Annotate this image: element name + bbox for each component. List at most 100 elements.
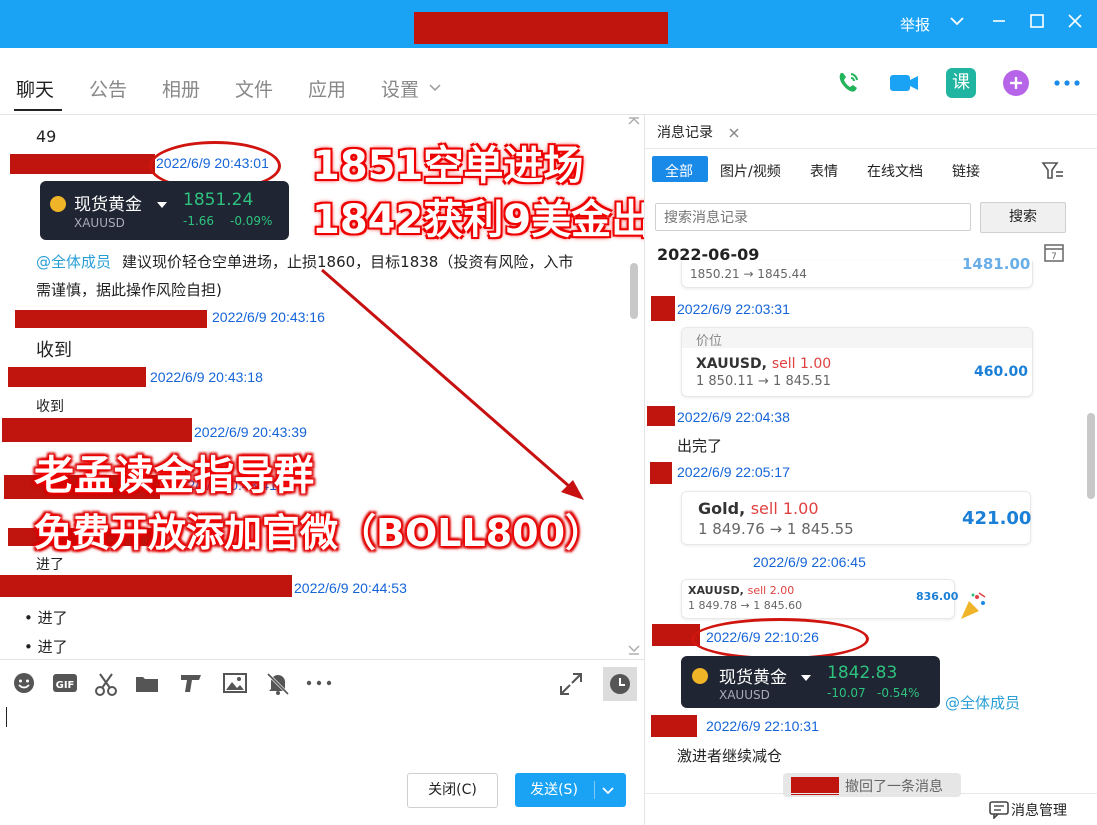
more-tools-icon[interactable] <box>305 671 332 697</box>
filter-settings-icon[interactable] <box>1041 160 1065 186</box>
history-search-input[interactable] <box>655 203 971 231</box>
message-time: 2022/6/9 20:44:53 <box>294 580 407 596</box>
minimize-icon[interactable] <box>990 12 1008 34</box>
trade-card[interactable]: XAUUSD, sell 2.00 1 849.78 → 1 845.60 83… <box>681 579 959 619</box>
filter-docs[interactable]: 在线文档 <box>867 161 923 181</box>
list-item: • 进了 <box>24 609 68 627</box>
trade-profit: 421.00 <box>962 508 1032 529</box>
tab-chat[interactable]: 聊天 <box>16 75 54 102</box>
mention-all[interactable]: @全体成员 <box>945 692 1020 713</box>
history-search-button[interactable]: 搜索 <box>980 202 1066 233</box>
message-text: 建议现价轻仓空单进场，止损1860，目标1838（投资有风险，入市 <box>122 253 574 271</box>
tab-settings[interactable]: 设置 <box>381 75 419 102</box>
trade-symbol-text: Gold, <box>698 499 746 518</box>
message-time: 2022/6/9 22:10:31 <box>706 718 819 734</box>
more-icon[interactable] <box>1052 68 1082 98</box>
calendar-icon[interactable]: 7 <box>1043 241 1065 267</box>
list-item: • 进了 <box>24 638 68 656</box>
maximize-icon[interactable] <box>1028 12 1046 34</box>
message-time: 2022/6/9 22:05:17 <box>677 464 790 480</box>
gold-quote-card[interactable]: 现货黄金 XAUUSD 1851.24 -1.66 -0.09% <box>40 181 289 240</box>
card-header <box>682 328 1032 348</box>
expand-icon[interactable] <box>558 671 584 697</box>
send-button-group: 发送(S) <box>515 773 626 807</box>
emoji-icon[interactable] <box>11 671 37 697</box>
message-time: 2022/6/9 22:03:31 <box>677 301 790 317</box>
redacted-sender <box>0 575 292 597</box>
message-text: 进了 <box>37 609 68 627</box>
quote-name: 现货黄金 <box>74 195 142 215</box>
trade-profit: 1481.00 <box>962 255 1031 273</box>
video-call-icon[interactable] <box>888 68 918 98</box>
settings-chevron-icon[interactable] <box>428 80 442 99</box>
send-button[interactable]: 发送(S) <box>515 773 593 807</box>
divider <box>594 781 595 799</box>
tab-files[interactable]: 文件 <box>235 75 273 102</box>
close-tab-icon[interactable] <box>728 124 740 143</box>
trade-path: 1 850.11 → 1 845.51 <box>696 374 831 389</box>
redacted-sender <box>2 418 192 442</box>
report-button[interactable]: 举报 <box>900 14 930 35</box>
chevron-down-icon[interactable] <box>948 12 966 34</box>
mention-all[interactable]: @全体成员 <box>36 251 111 272</box>
redacted-sender <box>10 154 155 174</box>
chat-scrollbar-thumb[interactable] <box>630 263 638 319</box>
redacted-sender <box>647 406 675 426</box>
scroll-up-icon[interactable] <box>628 115 640 129</box>
gold-coin-icon <box>50 196 66 212</box>
trade-side: sell 2.00 <box>747 584 795 597</box>
message-text: 进了 <box>36 557 64 573</box>
screenshot-scissors-icon[interactable] <box>93 671 119 697</box>
message-text: 激进者继续减仓 <box>677 747 783 765</box>
filter-links[interactable]: 链接 <box>952 161 980 181</box>
close-icon[interactable] <box>1066 12 1084 34</box>
scroll-down-icon[interactable] <box>628 641 640 659</box>
send-options-chevron-icon[interactable] <box>600 783 616 802</box>
trade-card[interactable]: Gold, sell 1.00 1 849.76 → 1 845.55 421.… <box>681 491 1031 545</box>
gold-quote-card[interactable]: 现货黄金 XAUUSD 1842.83 -10.07 -0.54% <box>681 656 940 708</box>
image-icon[interactable] <box>222 671 248 697</box>
divider <box>645 148 1097 149</box>
filter-media[interactable]: 图片/视频 <box>720 161 781 181</box>
rich-text-icon[interactable] <box>178 671 204 697</box>
trade-card[interactable]: 1850.21 → 1845.44 1481.00 <box>681 255 1033 288</box>
history-scrollbar-thumb[interactable] <box>1087 413 1095 499</box>
caret-down-icon <box>157 195 167 214</box>
active-tab-indicator <box>14 109 62 111</box>
message-time: 2022/6/9 22:04:38 <box>677 409 790 425</box>
folder-icon[interactable] <box>134 671 160 697</box>
redacted-sender <box>15 310 207 328</box>
tab-apps[interactable]: 应用 <box>308 75 346 102</box>
tab-album[interactable]: 相册 <box>162 75 200 102</box>
message-input[interactable] <box>0 704 644 768</box>
trade-side: sell 1.00 <box>771 356 832 372</box>
voice-call-icon[interactable] <box>833 68 863 98</box>
trade-symbol: XAUUSD, sell 2.00 <box>688 584 794 597</box>
trade-path: 1 849.78 → 1 845.60 <box>688 599 803 612</box>
course-button[interactable]: 课 <box>946 68 976 98</box>
mute-notification-icon[interactable] <box>265 671 291 697</box>
trade-profit: 836.00 <box>916 590 959 603</box>
message-time: 2022/6/9 22:06:45 <box>753 554 866 570</box>
message-history-panel: 消息记录 全部 图片/视频 表情 在线文档 链接 搜索 2022-06-09 7… <box>644 115 1097 825</box>
redacted-sender <box>651 715 697 737</box>
close-button[interactable]: 关闭(C) <box>407 773 498 808</box>
overlay-exit-text: 1842获利9美金出局 <box>312 197 692 243</box>
message-manage-button[interactable]: 消息管理 <box>1011 800 1067 820</box>
quote-change: -10.07 <box>827 686 866 700</box>
trade-path: 1 849.76 → 1 845.55 <box>698 520 854 538</box>
filter-emoji[interactable]: 表情 <box>810 161 838 181</box>
tab-announcement[interactable]: 公告 <box>89 75 127 102</box>
trade-card[interactable]: 价位 XAUUSD, sell 1.00 1 850.11 → 1 845.51… <box>681 327 1033 397</box>
trade-path: 1850.21 → 1845.44 <box>690 267 807 281</box>
trade-side: sell 1.00 <box>750 499 819 518</box>
add-app-icon[interactable] <box>1001 68 1031 98</box>
gif-icon[interactable]: GIF <box>52 671 78 697</box>
overlay-contact-text: 免费开放添加官微（BOLL800） <box>34 511 604 555</box>
history-clock-button[interactable] <box>603 667 637 701</box>
message-manage-icon[interactable] <box>989 801 1009 823</box>
svg-text:GIF: GIF <box>56 680 75 691</box>
filter-all[interactable]: 全部 <box>665 161 693 181</box>
quote-name: 现货黄金 <box>719 668 787 688</box>
history-tab-label[interactable]: 消息记录 <box>657 122 713 142</box>
